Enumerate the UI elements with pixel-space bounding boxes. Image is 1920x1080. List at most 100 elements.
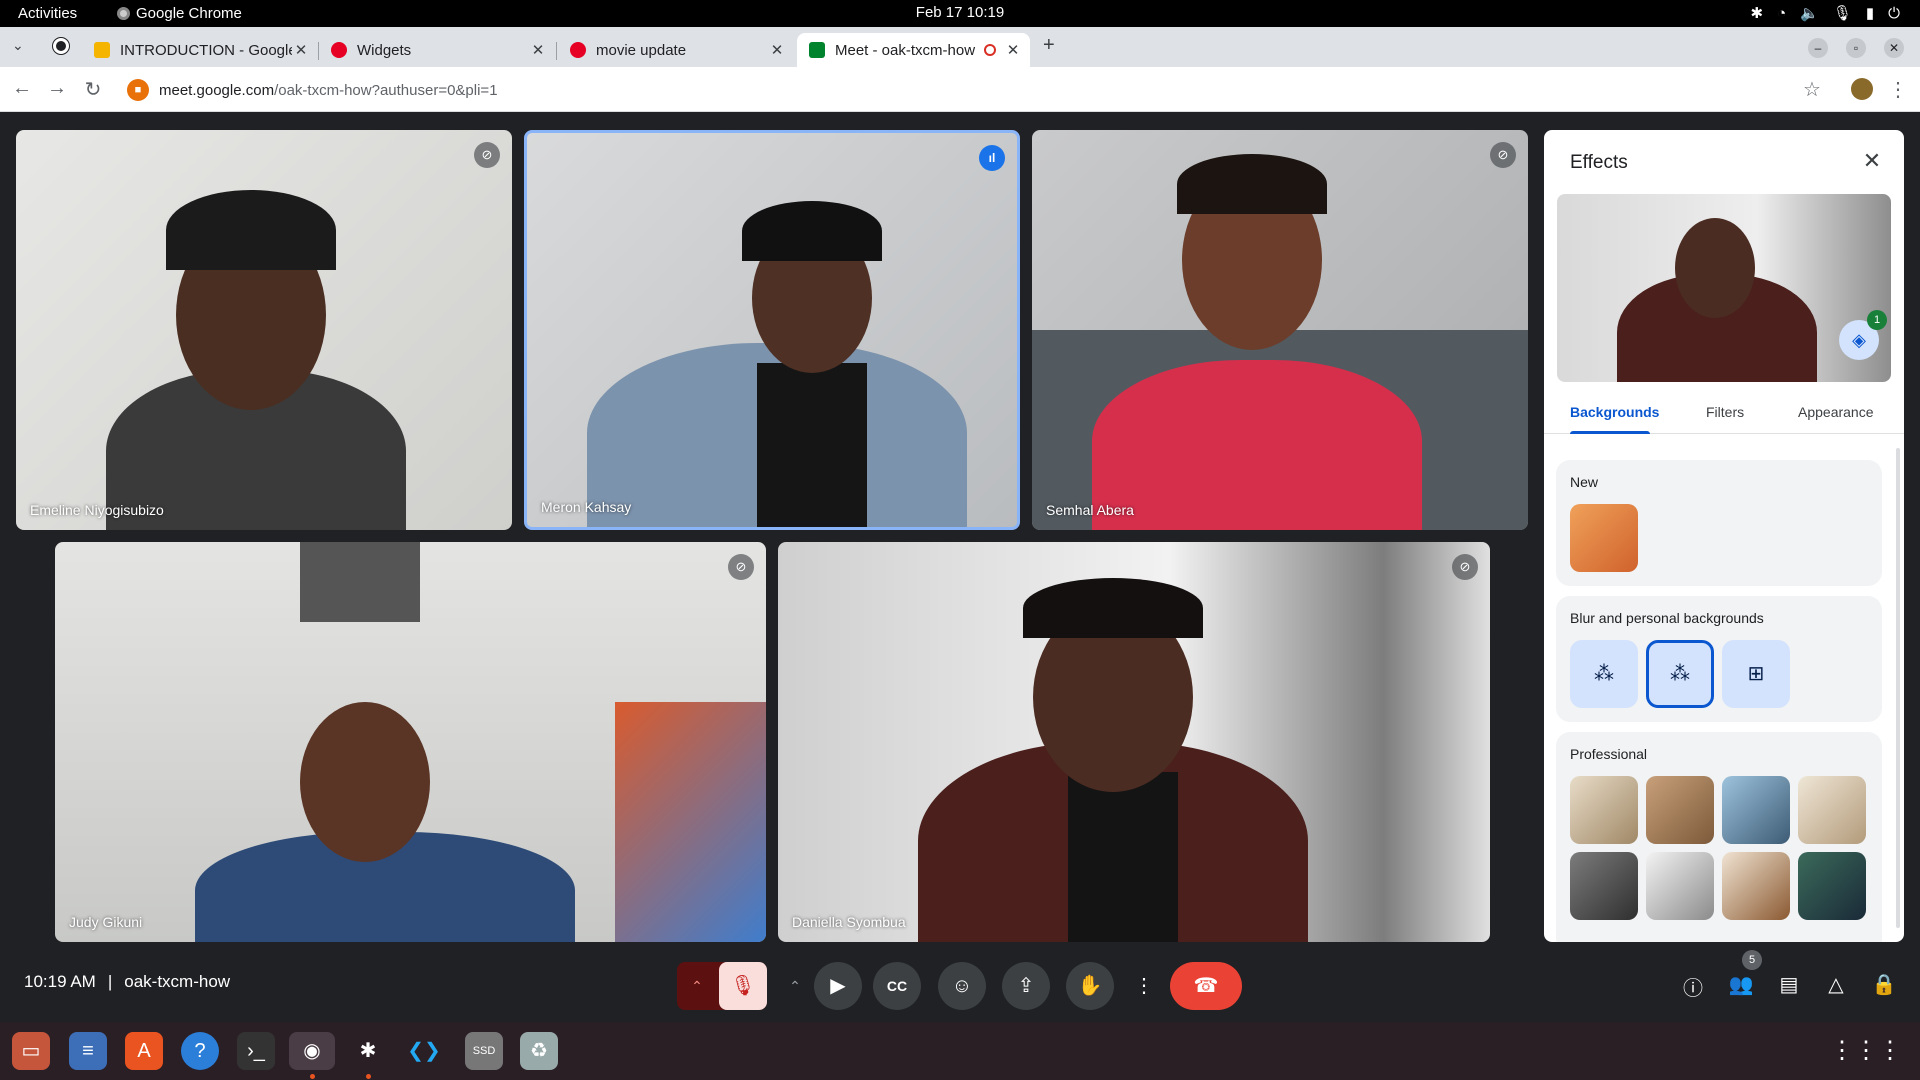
terminal-icon[interactable]: ›_ bbox=[237, 1032, 275, 1070]
files-icon[interactable]: ▭ bbox=[12, 1032, 50, 1070]
slight-blur-button[interactable]: ⁂ bbox=[1570, 640, 1638, 708]
camera-icon[interactable]: ▶ bbox=[814, 962, 862, 1010]
self-view-preview: ◈ 1 bbox=[1557, 194, 1891, 382]
system-tray[interactable]: ✱ ◔ 🔈 🎙 ▮ ⏻ bbox=[1750, 4, 1900, 23]
tab-meet[interactable]: Meet - oak-txcm-how ✕ bbox=[797, 33, 1030, 67]
blur-background-button[interactable]: ⁂ bbox=[1646, 640, 1714, 708]
more-options-icon[interactable]: ⋮ bbox=[1120, 962, 1168, 1010]
background-thumbnail[interactable] bbox=[1798, 776, 1866, 844]
participant-tile[interactable]: ⊘ Judy Gikuni bbox=[55, 542, 766, 942]
slack-tray-icon[interactable]: ✱ bbox=[1750, 4, 1763, 22]
people-icon[interactable]: 👥 bbox=[1727, 972, 1755, 997]
drive-icon[interactable]: SSD bbox=[465, 1032, 503, 1070]
host-controls-icon[interactable]: 🔒 bbox=[1870, 972, 1898, 997]
meeting-details-icon[interactable]: ⓘ bbox=[1679, 972, 1707, 1001]
pinterest-icon bbox=[331, 42, 347, 58]
captions-icon[interactable]: CC bbox=[873, 962, 921, 1010]
chrome-icon bbox=[117, 7, 130, 20]
participant-tile[interactable]: ⊘ Daniella Syombua bbox=[778, 542, 1490, 942]
participant-tile[interactable]: ıl Meron Kahsay bbox=[524, 130, 1020, 530]
recording-indicator-icon bbox=[984, 44, 996, 56]
microphone-icon[interactable]: 🎙 bbox=[1833, 4, 1852, 22]
present-screen-icon[interactable]: ⇪ bbox=[1002, 962, 1050, 1010]
close-effects-icon[interactable]: ✕ bbox=[1858, 148, 1886, 174]
audio-options-icon[interactable]: ⌃ bbox=[677, 962, 717, 1010]
activities-button[interactable]: Activities bbox=[18, 5, 77, 22]
participant-tile[interactable]: ⊘ Emeline Niyogisubizo bbox=[16, 130, 512, 530]
text-editor-icon[interactable]: ≡ bbox=[69, 1032, 107, 1070]
video-feed bbox=[1032, 130, 1528, 530]
background-thumbnail[interactable] bbox=[1570, 852, 1638, 920]
system-top-bar: Activities Google Chrome Feb 17 10:19 ✱ … bbox=[0, 0, 1920, 27]
battery-icon[interactable]: ▮ bbox=[1866, 4, 1874, 22]
tab-title: INTRODUCTION - Google bbox=[120, 41, 292, 59]
google-slides-icon bbox=[94, 42, 110, 58]
back-button[interactable]: ← bbox=[10, 77, 34, 100]
activities-icon[interactable]: △ bbox=[1822, 972, 1850, 997]
background-thumbnail[interactable] bbox=[1570, 504, 1638, 572]
app-center-icon[interactable]: A bbox=[125, 1032, 163, 1070]
close-tab-icon[interactable]: ✕ bbox=[1004, 41, 1022, 59]
camera-in-use-icon[interactable]: ■ bbox=[127, 79, 149, 101]
section-title: New bbox=[1570, 474, 1599, 490]
volume-icon[interactable]: 🔈 bbox=[1800, 4, 1819, 22]
clock[interactable]: Feb 17 10:19 bbox=[916, 4, 1004, 21]
upload-background-button[interactable]: ⊞ bbox=[1722, 640, 1790, 708]
muted-mic-icon: ⊘ bbox=[474, 142, 500, 168]
video-options-icon[interactable]: ⌃ bbox=[780, 962, 810, 1010]
participant-name: Judy Gikuni bbox=[69, 914, 143, 930]
pinned-tab-icon[interactable] bbox=[52, 37, 70, 55]
tab-movie-update[interactable]: movie update ✕ bbox=[570, 33, 786, 67]
app-menu[interactable]: Google Chrome bbox=[117, 5, 242, 22]
background-thumbnail[interactable] bbox=[1646, 852, 1714, 920]
leave-call-button[interactable]: ☎ bbox=[1170, 962, 1242, 1010]
new-tab-button[interactable]: + bbox=[1043, 34, 1055, 57]
people-count-badge: 5 bbox=[1742, 950, 1762, 970]
wifi-icon[interactable]: ◔ bbox=[1777, 5, 1786, 22]
tab-appearance[interactable]: Appearance bbox=[1798, 404, 1874, 420]
separator: | bbox=[107, 972, 113, 991]
tab-introduction[interactable]: INTRODUCTION - Google ✕ bbox=[94, 33, 310, 67]
microphone-off-icon[interactable]: 🎙 bbox=[719, 962, 767, 1010]
minimize-window-button[interactable]: – bbox=[1808, 38, 1828, 58]
background-thumbnail[interactable] bbox=[1570, 776, 1638, 844]
trash-icon[interactable]: ♻ bbox=[520, 1032, 558, 1070]
restore-window-button[interactable]: ▫ bbox=[1846, 38, 1866, 58]
tab-search-icon[interactable]: ⌄ bbox=[12, 37, 24, 54]
chrome-menu-icon[interactable]: ⋮ bbox=[1886, 77, 1910, 102]
background-thumbnail[interactable] bbox=[1646, 776, 1714, 844]
section-professional: Professional bbox=[1556, 732, 1882, 942]
power-menu-icon[interactable]: ⏻ bbox=[1888, 5, 1900, 22]
tab-widgets[interactable]: Widgets ✕ bbox=[331, 33, 547, 67]
participant-tile[interactable]: ⊘ Semhal Abera bbox=[1032, 130, 1528, 530]
meeting-code[interactable]: oak-txcm-how bbox=[124, 972, 230, 992]
vscode-icon[interactable]: ❮❯ bbox=[405, 1032, 443, 1070]
bookmark-star-icon[interactable]: ☆ bbox=[1800, 77, 1824, 102]
close-tab-icon[interactable]: ✕ bbox=[768, 41, 786, 59]
participant-name: Emeline Niyogisubizo bbox=[30, 502, 164, 518]
participant-name: Meron Kahsay bbox=[541, 499, 632, 515]
tab-title: Meet - oak-txcm-how bbox=[835, 41, 976, 59]
close-tab-icon[interactable]: ✕ bbox=[529, 41, 547, 59]
show-apps-icon[interactable]: ⋮⋮⋮ bbox=[1830, 1036, 1902, 1065]
close-tab-icon[interactable]: ✕ bbox=[292, 41, 310, 59]
background-thumbnail[interactable] bbox=[1722, 852, 1790, 920]
app-name-label: Google Chrome bbox=[136, 5, 242, 22]
background-thumbnail[interactable] bbox=[1722, 776, 1790, 844]
chat-icon[interactable]: ▤ bbox=[1775, 972, 1803, 997]
help-icon[interactable]: ? bbox=[181, 1032, 219, 1070]
reload-button[interactable]: ↻ bbox=[81, 77, 105, 102]
background-thumbnail[interactable] bbox=[1798, 852, 1866, 920]
emoji-reactions-icon[interactable]: ☺ bbox=[938, 962, 986, 1010]
slack-icon[interactable]: ✱ bbox=[349, 1032, 387, 1070]
tab-filters[interactable]: Filters bbox=[1706, 404, 1744, 420]
address-bar[interactable]: ■ meet.google.com /oak-txcm-how?authuser… bbox=[119, 72, 1809, 108]
chrome-dock-icon[interactable]: ◉ bbox=[289, 1032, 335, 1070]
muted-mic-icon: ⊘ bbox=[1452, 554, 1478, 580]
effects-scrollbar[interactable] bbox=[1896, 448, 1900, 928]
tab-backgrounds[interactable]: Backgrounds bbox=[1570, 404, 1659, 420]
profile-avatar[interactable] bbox=[1851, 78, 1873, 100]
raise-hand-icon[interactable]: ✋ bbox=[1066, 962, 1114, 1010]
forward-button[interactable]: → bbox=[45, 77, 69, 100]
close-window-button[interactable]: ✕ bbox=[1884, 38, 1904, 58]
